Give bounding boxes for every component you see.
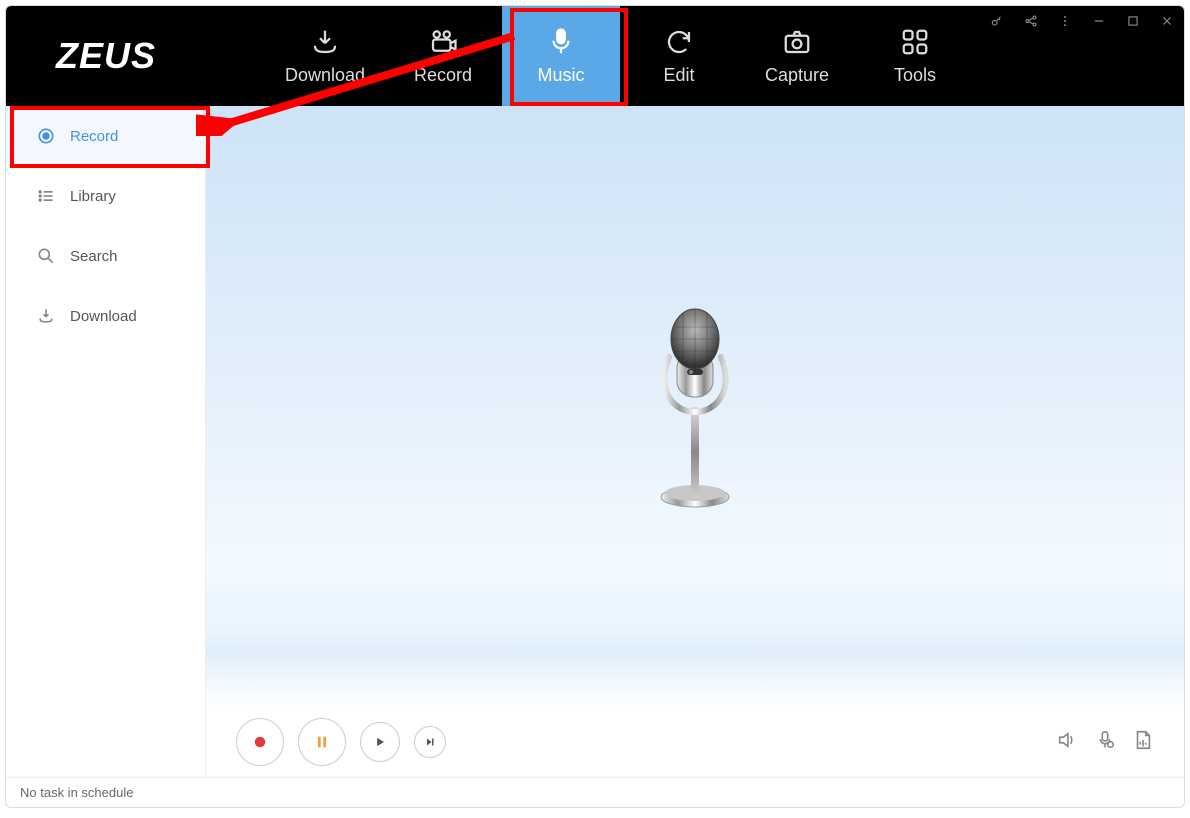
nav-capture-label: Capture: [765, 65, 829, 86]
nav-record[interactable]: Record: [384, 6, 502, 106]
volume-icon[interactable]: [1056, 729, 1078, 756]
sidebar-item-record[interactable]: Record: [6, 106, 205, 166]
refresh-icon: [664, 27, 694, 57]
camera-icon: [782, 27, 812, 57]
sidebar-item-library[interactable]: Library: [6, 166, 205, 226]
player-utilities: [1056, 729, 1154, 756]
nav-download-label: Download: [285, 65, 365, 86]
list-icon: [36, 186, 56, 206]
nav-record-label: Record: [414, 65, 472, 86]
sidebar-item-search[interactable]: Search: [6, 226, 205, 286]
nav-music[interactable]: Music: [502, 6, 620, 106]
record-button[interactable]: [236, 718, 284, 766]
player-bar: [206, 707, 1184, 777]
sidebar-record-label: Record: [70, 128, 118, 145]
sidebar-item-download[interactable]: Download: [6, 286, 205, 346]
body: Record Library Search Download: [6, 106, 1184, 777]
radio-selected-icon: [36, 126, 56, 146]
nav-download[interactable]: Download: [266, 6, 384, 106]
sidebar-library-label: Library: [70, 188, 116, 205]
microphone-illustration: [635, 297, 755, 517]
nav-tools[interactable]: Tools: [856, 6, 974, 106]
minimize-button[interactable]: [1092, 14, 1106, 31]
microphone-icon: [546, 27, 576, 57]
next-button[interactable]: [414, 726, 446, 758]
nav-music-label: Music: [537, 65, 584, 86]
window-controls: [990, 14, 1174, 31]
share-icon[interactable]: [1024, 14, 1038, 31]
maximize-button[interactable]: [1126, 14, 1140, 31]
sidebar-search-label: Search: [70, 248, 118, 265]
key-icon[interactable]: [990, 14, 1004, 31]
record-stage: [206, 106, 1184, 707]
search-icon: [36, 246, 56, 266]
file-audio-icon[interactable]: [1132, 729, 1154, 756]
nav-edit[interactable]: Edit: [620, 6, 738, 106]
camcorder-icon: [428, 27, 458, 57]
content-area: [206, 106, 1184, 777]
nav-tools-label: Tools: [894, 65, 936, 86]
play-button[interactable]: [360, 722, 400, 762]
footer: No task in schedule: [6, 777, 1184, 807]
brand-logo: ZEUS: [6, 6, 206, 106]
mic-settings-icon[interactable]: [1094, 729, 1116, 756]
sidebar: Record Library Search Download: [6, 106, 206, 777]
download-icon: [310, 27, 340, 57]
sidebar-download-label: Download: [70, 308, 137, 325]
more-icon[interactable]: [1058, 14, 1072, 31]
nav-edit-label: Edit: [663, 65, 694, 86]
nav-capture[interactable]: Capture: [738, 6, 856, 106]
status-text: No task in schedule: [20, 785, 133, 800]
download-icon: [36, 306, 56, 326]
app-window: ZEUS Download Record: [5, 5, 1185, 808]
close-button[interactable]: [1160, 14, 1174, 31]
pause-button[interactable]: [298, 718, 346, 766]
topbar: ZEUS Download Record: [6, 6, 1184, 106]
grid-apps-icon: [900, 27, 930, 57]
